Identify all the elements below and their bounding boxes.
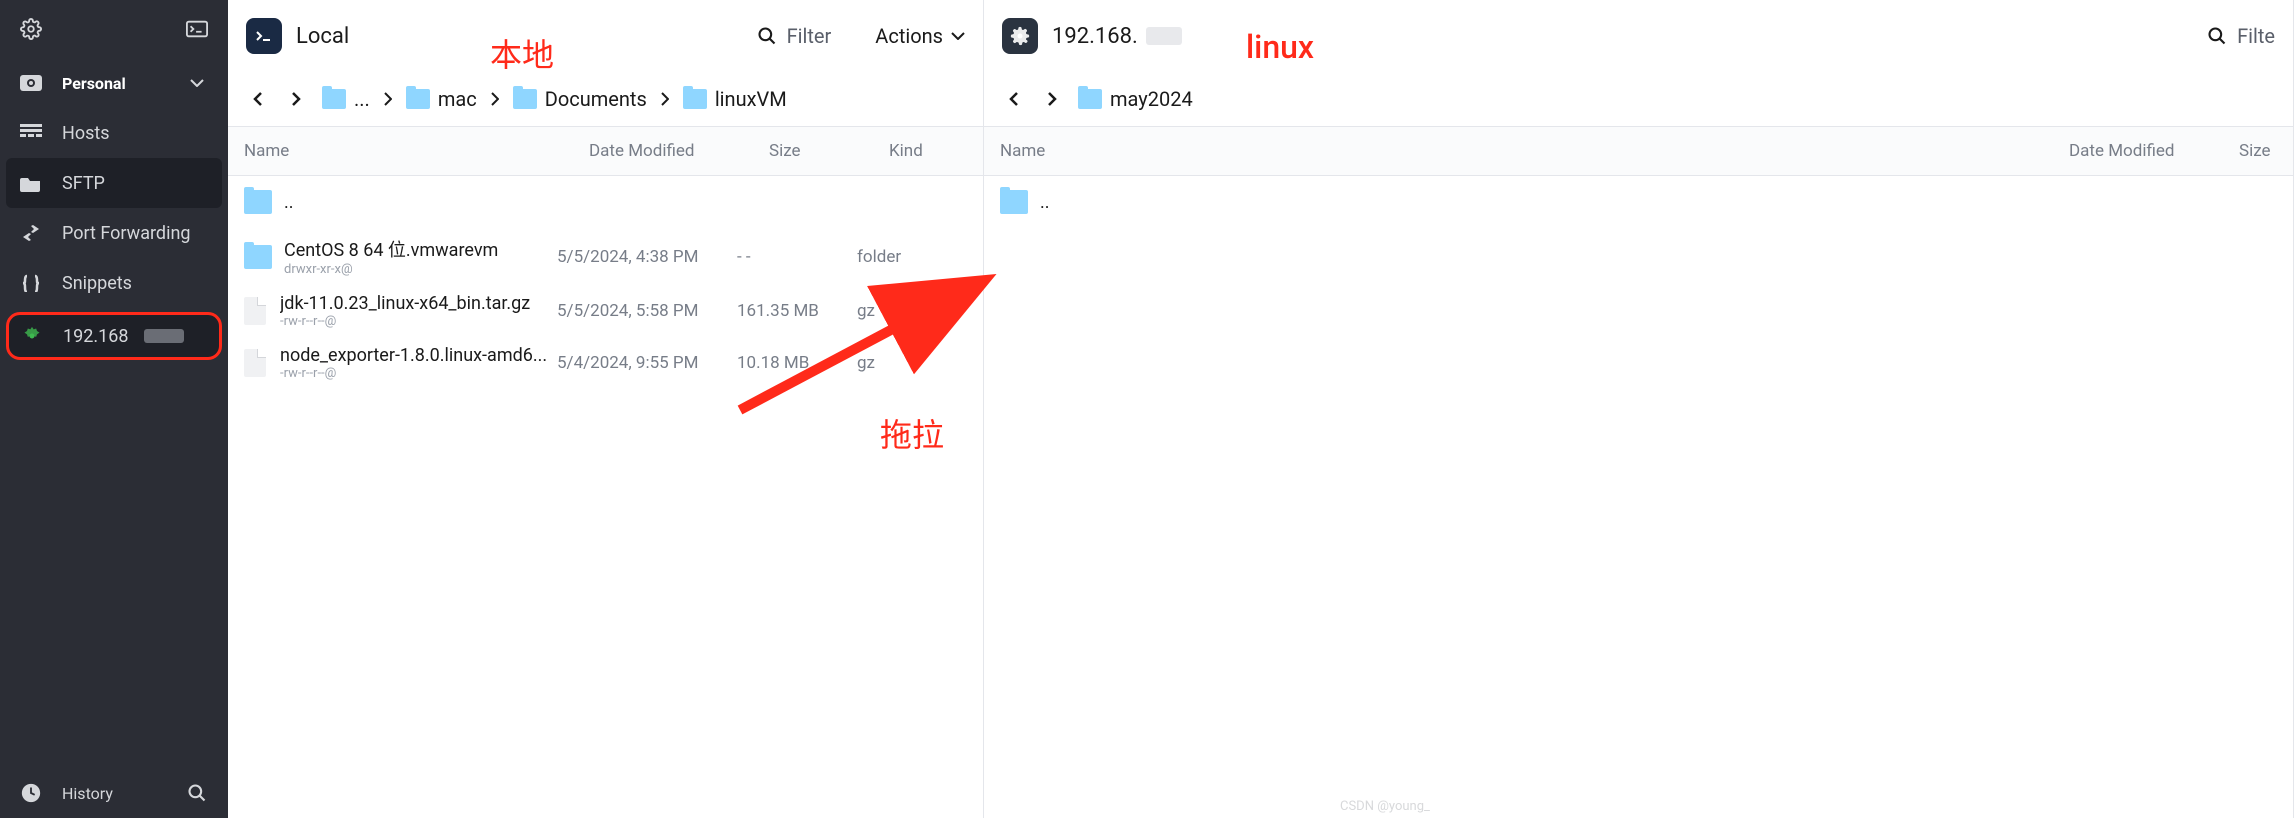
breadcrumb-seg-1[interactable]: mac (406, 87, 477, 111)
port-forwarding-icon (20, 222, 42, 244)
table-row-up[interactable]: .. (228, 176, 983, 228)
hosts-icon (20, 122, 42, 144)
remote-badge-icon (1002, 18, 1038, 54)
remote-filter[interactable]: Filte (2207, 24, 2275, 48)
remote-table-body: .. (984, 176, 2293, 818)
file-icon (244, 297, 266, 325)
chevron-down-icon (186, 72, 208, 94)
local-title-box: Local (246, 18, 349, 54)
sidebar-item-port-forwarding[interactable]: Port Forwarding (0, 208, 228, 258)
sidebar-host-entry[interactable]: 192.168 (6, 312, 222, 360)
col-kind[interactable]: Kind (873, 127, 983, 175)
table-row[interactable]: node_exporter-1.8.0.linux-amd6... -rw-r-… (228, 337, 983, 389)
folder-icon (406, 89, 430, 109)
remote-panel-header: 192.168. Filte (984, 0, 2293, 72)
col-date[interactable]: Date Modified (2053, 127, 2223, 175)
host-label: 192.168 (63, 326, 128, 347)
local-badge-icon (246, 18, 282, 54)
snippets-icon (20, 272, 42, 294)
remote-table-header: Name Date Modified Size (984, 126, 2293, 176)
sidebar-item-label: Hosts (62, 123, 110, 144)
sftp-icon (20, 172, 42, 194)
settings-icon[interactable] (20, 18, 42, 40)
table-row-up[interactable]: .. (984, 176, 2293, 228)
sidebar-section-personal[interactable]: Personal (0, 58, 228, 108)
col-date[interactable]: Date Modified (573, 127, 753, 175)
host-redacted (144, 329, 184, 343)
local-actions[interactable]: Actions (875, 24, 965, 48)
history-icon (20, 782, 42, 804)
local-table-header: Name Date Modified Size Kind (228, 126, 983, 176)
panels: Local Filter Actions ... mac Documents l… (228, 0, 2294, 818)
folder-icon (1078, 89, 1102, 109)
folder-icon (244, 190, 272, 214)
nav-back[interactable] (1002, 87, 1026, 111)
table-row[interactable]: jdk-11.0.23_linux-x64_bin.tar.gz -rw-r--… (228, 285, 983, 337)
remote-panel: 192.168. Filte may2024 Name Date Modifie… (984, 0, 2294, 818)
breadcrumb-seg-2[interactable]: Documents (513, 87, 647, 111)
sidebar-item-label: SFTP (62, 173, 105, 194)
sidebar-item-label: Port Forwarding (62, 223, 191, 244)
chevron-down-icon (951, 32, 965, 40)
search-icon (757, 26, 777, 46)
sidebar-section-label: Personal (62, 74, 126, 93)
file-icon (244, 349, 266, 377)
folder-icon (683, 89, 707, 109)
terminal-icon[interactable] (186, 18, 208, 40)
local-filter[interactable]: Filter (757, 24, 832, 48)
sidebar-top (0, 0, 228, 58)
history-label: History (62, 784, 113, 803)
local-table-body: .. CentOS 8 64 位.vmwarevm drwxr-xr-x@ 5/… (228, 176, 983, 818)
search-icon (2207, 26, 2227, 46)
breadcrumb-seg-0[interactable]: ... (322, 87, 370, 111)
local-panel-header: Local Filter Actions (228, 0, 983, 72)
col-name[interactable]: Name (984, 127, 2053, 175)
nav-forward[interactable] (1040, 87, 1064, 111)
sidebar: Personal Hosts SFTP Port Forwarding Snip… (0, 0, 228, 818)
local-panel: Local Filter Actions ... mac Documents l… (228, 0, 984, 818)
actions-label: Actions (875, 24, 943, 48)
sidebar-item-label: Snippets (62, 273, 132, 294)
folder-icon (513, 89, 537, 109)
chevron-right-icon (661, 92, 669, 106)
sidebar-history[interactable]: History (0, 768, 228, 818)
remote-breadcrumb: may2024 (984, 72, 2293, 126)
chevron-right-icon (384, 92, 392, 106)
col-name[interactable]: Name (228, 127, 573, 175)
remote-title: 192.168. (1052, 24, 1138, 49)
remote-title-box: 192.168. (1002, 18, 1182, 54)
local-title: Local (296, 24, 349, 49)
sidebar-item-snippets[interactable]: Snippets (0, 258, 228, 308)
vault-icon (20, 72, 42, 94)
col-size[interactable]: Size (2223, 127, 2293, 175)
host-gear-icon (21, 325, 43, 347)
table-row[interactable]: CentOS 8 64 位.vmwarevm drwxr-xr-x@ 5/5/2… (228, 228, 983, 285)
search-icon[interactable] (186, 782, 208, 804)
breadcrumb-seg-3[interactable]: linuxVM (683, 87, 787, 111)
col-size[interactable]: Size (753, 127, 873, 175)
sidebar-item-hosts[interactable]: Hosts (0, 108, 228, 158)
watermark: CSDN @young_ (1340, 799, 1430, 814)
filter-label: Filte (2237, 24, 2275, 48)
nav-back[interactable] (246, 87, 270, 111)
ip-redacted (1146, 27, 1182, 45)
folder-icon (1000, 190, 1028, 214)
sidebar-item-sftp[interactable]: SFTP (6, 158, 222, 208)
filter-label: Filter (787, 24, 832, 48)
local-breadcrumb: ... mac Documents linuxVM (228, 72, 983, 126)
chevron-right-icon (491, 92, 499, 106)
breadcrumb-seg-0[interactable]: may2024 (1078, 87, 1193, 111)
folder-icon (244, 245, 272, 269)
folder-icon (322, 89, 346, 109)
nav-forward[interactable] (284, 87, 308, 111)
